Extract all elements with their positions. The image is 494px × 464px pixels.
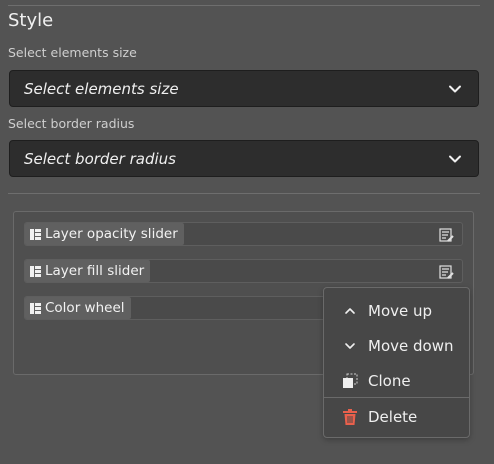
menu-divider bbox=[324, 397, 469, 398]
move-down-menu-item[interactable]: Move down bbox=[324, 331, 469, 361]
clone-menu-item[interactable]: Clone bbox=[324, 366, 469, 396]
clone-label: Clone bbox=[368, 372, 411, 390]
item-label: Layer opacity slider bbox=[45, 226, 178, 242]
delete-label: Delete bbox=[368, 408, 418, 426]
item-label-chip[interactable]: Layer fill slider bbox=[25, 260, 151, 282]
drag-grip-icon[interactable] bbox=[30, 302, 41, 314]
top-divider bbox=[8, 5, 480, 6]
elements-size-label: Select elements size bbox=[8, 45, 137, 60]
list-item[interactable]: Layer opacity slider bbox=[24, 222, 463, 246]
border-radius-label: Select border radius bbox=[8, 116, 135, 131]
drag-grip-icon[interactable] bbox=[30, 228, 41, 240]
clone-icon bbox=[342, 373, 358, 389]
chevron-up-icon bbox=[342, 303, 358, 319]
context-menu: Move up Move down Clone Delete bbox=[323, 287, 470, 438]
section-divider bbox=[8, 193, 480, 194]
item-label-chip[interactable]: Color wheel bbox=[25, 297, 131, 319]
edit-list-icon[interactable] bbox=[439, 228, 454, 243]
item-label: Color wheel bbox=[45, 300, 125, 316]
item-label-chip[interactable]: Layer opacity slider bbox=[25, 223, 184, 245]
chevron-down-icon bbox=[342, 338, 358, 354]
edit-list-icon[interactable] bbox=[439, 265, 454, 280]
drag-grip-icon[interactable] bbox=[30, 265, 41, 277]
delete-menu-item[interactable]: Delete bbox=[324, 402, 469, 432]
item-label: Layer fill slider bbox=[45, 263, 145, 279]
border-radius-value: Select border radius bbox=[24, 149, 176, 168]
border-radius-select[interactable]: Select border radius bbox=[9, 140, 479, 177]
elements-size-value: Select elements size bbox=[24, 79, 179, 98]
section-title: Style bbox=[8, 10, 54, 31]
chevron-down-icon bbox=[449, 85, 461, 92]
list-item[interactable]: Layer fill slider bbox=[24, 259, 463, 283]
move-down-label: Move down bbox=[368, 337, 454, 355]
elements-size-select[interactable]: Select elements size bbox=[9, 70, 479, 107]
move-up-label: Move up bbox=[368, 302, 433, 320]
chevron-down-icon bbox=[449, 155, 461, 162]
move-up-menu-item[interactable]: Move up bbox=[324, 296, 469, 326]
trash-icon bbox=[342, 409, 358, 425]
